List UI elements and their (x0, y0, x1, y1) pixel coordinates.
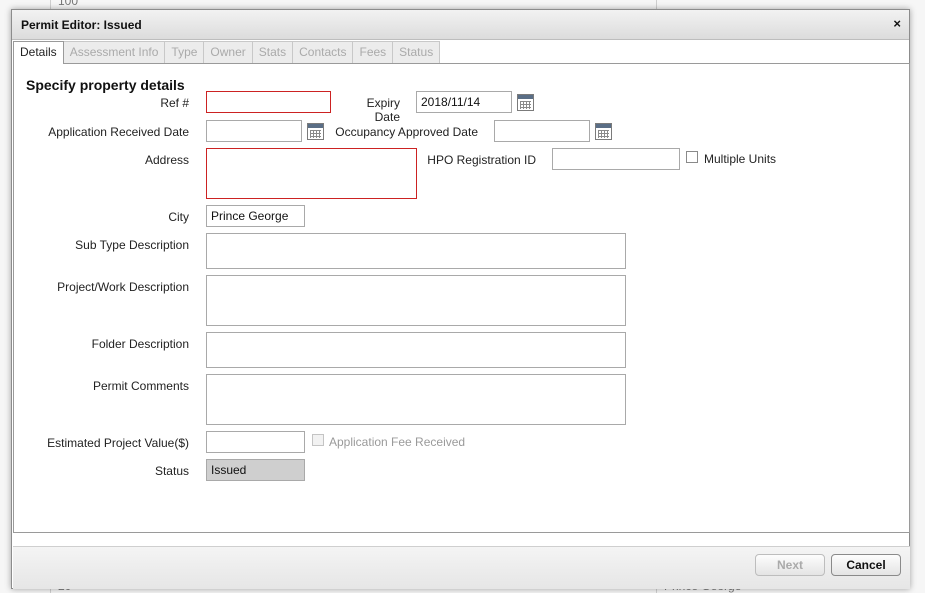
tab-fees[interactable]: Fees (352, 41, 394, 63)
tab-bar: Details Assessment Info Type Owner Stats… (13, 41, 441, 64)
background-row-number: 100 (58, 0, 79, 8)
city-label: City (168, 210, 189, 224)
multiple-units-label: Multiple Units (704, 152, 777, 166)
tab-assessment-info[interactable]: Assessment Info (62, 41, 166, 63)
application-fee-received-checkbox[interactable] (312, 434, 324, 446)
address-input[interactable] (206, 148, 417, 199)
estimated-project-value-input[interactable] (206, 431, 305, 453)
occupancy-approved-date-label: Occupancy Approved Date (335, 125, 478, 139)
ref-label: Ref # (160, 96, 189, 110)
city-input[interactable] (206, 205, 305, 227)
close-icon[interactable]: × (893, 16, 901, 31)
status-label: Status (154, 464, 189, 478)
next-button[interactable]: Next (755, 554, 825, 576)
dialog-title: Permit Editor: Issued (21, 18, 142, 32)
application-received-date-input[interactable] (206, 120, 302, 142)
tab-owner[interactable]: Owner (203, 41, 253, 63)
expiry-date-label: Expiry Date (366, 96, 400, 124)
details-panel: Specify property details Ref # Expiry Da… (13, 63, 910, 533)
dialog-footer: Next Cancel (13, 546, 910, 589)
tab-contacts[interactable]: Contacts (292, 41, 354, 63)
folder-description-label: Folder Description (91, 337, 189, 351)
permit-comments-input[interactable] (206, 374, 626, 425)
project-work-description-label: Project/Work Description (57, 280, 189, 294)
calendar-icon[interactable] (517, 94, 534, 111)
permit-editor-dialog: Permit Editor: Issued × Details Assessme… (11, 9, 910, 589)
sub-type-description-input[interactable] (206, 233, 626, 269)
address-label: Address (144, 153, 189, 167)
sub-type-description-label: Sub Type Description (75, 238, 189, 252)
calendar-icon[interactable] (595, 123, 612, 140)
project-work-description-input[interactable] (206, 275, 626, 326)
calendar-icon[interactable] (307, 123, 324, 140)
status-field (206, 459, 305, 481)
application-received-date-label: Application Received Date (48, 125, 189, 139)
folder-description-input[interactable] (206, 332, 626, 368)
estimated-project-value-label: Estimated Project Value($) (47, 436, 189, 450)
hpo-registration-id-input[interactable] (552, 148, 680, 170)
multiple-units-checkbox[interactable] (686, 151, 698, 163)
cancel-button[interactable]: Cancel (831, 554, 901, 576)
ref-input[interactable] (206, 91, 331, 113)
permit-comments-label: Permit Comments (92, 379, 189, 393)
tab-type[interactable]: Type (164, 41, 205, 63)
tab-status[interactable]: Status (392, 41, 441, 63)
section-title: Specify property details (26, 77, 185, 93)
hpo-registration-id-label: HPO Registration ID (427, 153, 536, 167)
application-fee-received-label: Application Fee Received (329, 435, 466, 449)
tab-stats[interactable]: Stats (251, 41, 294, 63)
expiry-date-input[interactable] (416, 91, 512, 113)
tab-details[interactable]: Details (13, 41, 64, 64)
dialog-titlebar[interactable]: Permit Editor: Issued × (12, 10, 909, 40)
occupancy-approved-date-input[interactable] (494, 120, 590, 142)
